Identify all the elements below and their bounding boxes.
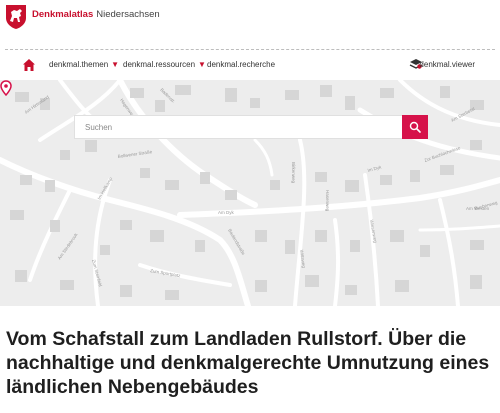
street-label: Am Stedebrook — [57, 232, 79, 261]
lower-saxony-horse-logo-icon[interactable] — [5, 4, 27, 30]
map-canvas: Bollwener Straße Badenstr. Im Dyk Baulan… — [0, 80, 500, 306]
nav-item-recherche[interactable]: denkmal.recherche — [207, 60, 275, 69]
brand-name[interactable]: Denkmalatlas Niedersachsen — [32, 9, 160, 21]
search-icon — [409, 121, 421, 133]
search-input[interactable] — [75, 116, 401, 138]
nav-item-label: denkmal.recherche — [207, 60, 276, 69]
search-box — [74, 115, 428, 139]
brand-name-primary: Denkmalatlas — [32, 9, 94, 20]
street-label: Am Westen — [466, 206, 490, 211]
street-label: Am Dyk — [218, 210, 235, 215]
caret-down-icon: ▼ — [198, 60, 206, 69]
nav-item-label: denkmal.themen — [49, 60, 109, 69]
page-title: Vom Schafstall zum Landladen Rullstorf. … — [6, 328, 490, 398]
home-icon[interactable] — [22, 58, 36, 72]
street-label: Birkenweg — [291, 162, 296, 184]
brand-name-secondary: Niedersachsen — [96, 9, 160, 20]
street-label: Zum Sportplatz — [150, 268, 182, 278]
nav-item-viewer[interactable]: denkmal.viewer — [419, 60, 475, 69]
nav-item-ressourcen[interactable]: denkmal.ressourcen ▼ — [123, 60, 206, 69]
street-label: Bollwener Straße — [117, 149, 152, 159]
street-label: Im Dyk — [367, 164, 383, 173]
nav-item-themen[interactable]: denkmal.themen ▼ — [49, 60, 119, 69]
location-pin-icon[interactable] — [0, 80, 12, 96]
caret-down-icon: ▼ — [111, 60, 120, 69]
site-header: Denkmalatlas Niedersachsen — [0, 0, 500, 48]
main-nav: denkmal.themen ▼ denkmal.ressourcen ▼ denk… — [0, 53, 500, 79]
map-view[interactable]: Bollwener Straße Badenstr. Im Dyk Baulan… — [0, 80, 500, 306]
search-button[interactable] — [402, 115, 428, 139]
header-divider — [5, 49, 495, 50]
nav-item-label: denkmal.ressourcen — [123, 60, 196, 69]
street-label: Hasenweg — [325, 190, 330, 212]
